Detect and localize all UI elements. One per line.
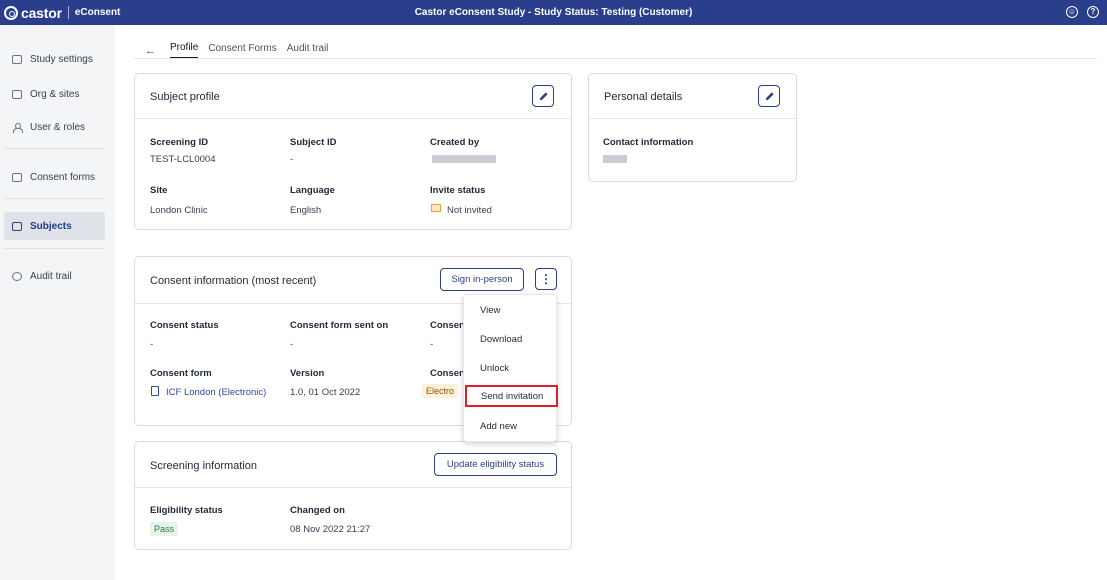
sidebar-item-org-sites[interactable]: Org & sites: [4, 80, 105, 108]
field-label: Subject ID: [290, 137, 337, 148]
changed-on-value: 08 Nov 2022 21:27: [290, 524, 371, 535]
menu-item-download[interactable]: Download: [464, 328, 558, 350]
screening-id-value: TEST-LCL0004: [150, 154, 216, 165]
version-value: 1.0, 01 Oct 2022: [290, 387, 361, 398]
field-label: Eligibility status: [150, 505, 223, 516]
consent-form-link[interactable]: ICF London (Electronic): [166, 387, 266, 398]
update-eligibility-button[interactable]: Update eligibility status: [434, 453, 557, 476]
card-header: Personal details: [589, 74, 796, 119]
field-label: Created by: [430, 137, 480, 148]
menu-item-unlock[interactable]: Unlock: [464, 357, 558, 379]
field-label: Screening ID: [150, 137, 209, 148]
menu-item-send-invitation[interactable]: Send invitation: [465, 385, 558, 407]
consent-status-value: -: [150, 339, 154, 350]
card-title: Subject profile: [150, 91, 220, 103]
account-icon[interactable]: ☺: [1066, 6, 1078, 18]
building-icon: [12, 89, 22, 99]
sent-on-value: -: [290, 339, 294, 350]
invite-status-value: Not invited: [447, 205, 492, 216]
eligibility-status-badge: Pass: [150, 522, 179, 536]
help-icon[interactable]: ?: [1087, 6, 1099, 18]
back-arrow-icon[interactable]: ←: [145, 45, 156, 57]
pencil-icon: [539, 91, 548, 100]
tabs-divider: [134, 58, 1097, 59]
tab-audit-trail[interactable]: Audit trail: [287, 43, 329, 58]
language-value: English: [290, 205, 322, 216]
field-label: Language: [290, 185, 335, 196]
sidebar-item-label: Audit trail: [30, 270, 72, 282]
envelope-icon: [431, 204, 441, 212]
folder-icon: [12, 54, 22, 64]
users-icon: [12, 122, 23, 133]
field-label: Version: [290, 368, 325, 379]
sidebar-divider: [4, 248, 105, 249]
field-label: Site: [150, 185, 168, 196]
sidebar-item-label: Study settings: [30, 53, 93, 65]
personal-details-card: Personal details Contact information: [588, 73, 797, 182]
sidebar-item-consent-forms[interactable]: Consent forms: [4, 163, 105, 191]
sidebar-item-label: Consent forms: [30, 171, 96, 183]
sidebar-item-label: Subjects: [30, 220, 72, 232]
edit-personal-details-button[interactable]: [758, 85, 780, 107]
profile-tabs: ← Profile Consent Forms Audit trail: [145, 42, 338, 59]
subject-profile-card: Subject profile Screening ID TEST-LCL000…: [134, 73, 572, 230]
consent-type-badge: Electro: [422, 384, 459, 398]
document-icon: [151, 386, 159, 396]
sidebar-item-label: Org & sites: [30, 88, 80, 100]
menu-item-add-new[interactable]: Add new: [464, 415, 558, 437]
created-by-redacted: [432, 155, 496, 163]
sidebar-item-study-settings[interactable]: Study settings: [4, 45, 105, 73]
field-label: Consent status: [150, 320, 219, 331]
card-header: Subject profile: [135, 74, 571, 119]
sidebar-divider: [4, 198, 105, 199]
sidebar: Study settings Org & sites User & roles …: [0, 25, 115, 580]
subject-id-value: -: [290, 154, 294, 165]
more-options-button[interactable]: ⋮: [535, 268, 557, 290]
sidebar-item-label: User & roles: [30, 121, 86, 133]
consent-value: -: [430, 339, 434, 350]
sidebar-item-audit-trail[interactable]: Audit trail: [4, 262, 105, 290]
card-title: Personal details: [604, 91, 683, 103]
study-title: Castor eConsent Study - Study Status: Te…: [414, 7, 693, 18]
top-icons: ☺ ?: [1066, 6, 1099, 18]
card-title: Consent information (most recent): [150, 275, 317, 287]
field-label: Consent form: [150, 368, 212, 379]
history-icon: [12, 271, 22, 281]
field-label: Contact information: [603, 137, 694, 148]
pencil-icon: [765, 91, 774, 100]
field-label: Changed on: [290, 505, 345, 516]
site-value: London Clinic: [150, 205, 208, 216]
screening-information-card: Screening information Update eligibility…: [134, 441, 572, 550]
contact-redacted: [603, 155, 627, 163]
sidebar-item-subjects[interactable]: Subjects: [4, 212, 105, 240]
menu-item-view[interactable]: View: [464, 299, 558, 321]
card-header: Screening information Update eligibility…: [135, 442, 571, 488]
consent-options-menu: View Download Unlock Send invitation Add…: [463, 294, 558, 442]
field-label: Invite status: [430, 185, 486, 196]
field-label: Consent form sent on: [290, 320, 389, 331]
subjects-icon: [12, 221, 22, 231]
top-bar: castor eConsent Castor eConsent Study - …: [0, 0, 1107, 25]
sidebar-divider: [4, 148, 105, 149]
edit-subject-profile-button[interactable]: [532, 85, 554, 107]
tab-consent-forms[interactable]: Consent Forms: [208, 43, 276, 58]
card-title: Screening information: [150, 460, 258, 472]
document-icon: [12, 172, 22, 182]
tab-profile[interactable]: Profile: [170, 42, 199, 59]
sidebar-item-user-roles[interactable]: User & roles: [4, 113, 105, 141]
sign-in-person-button[interactable]: Sign in-person: [440, 268, 524, 291]
